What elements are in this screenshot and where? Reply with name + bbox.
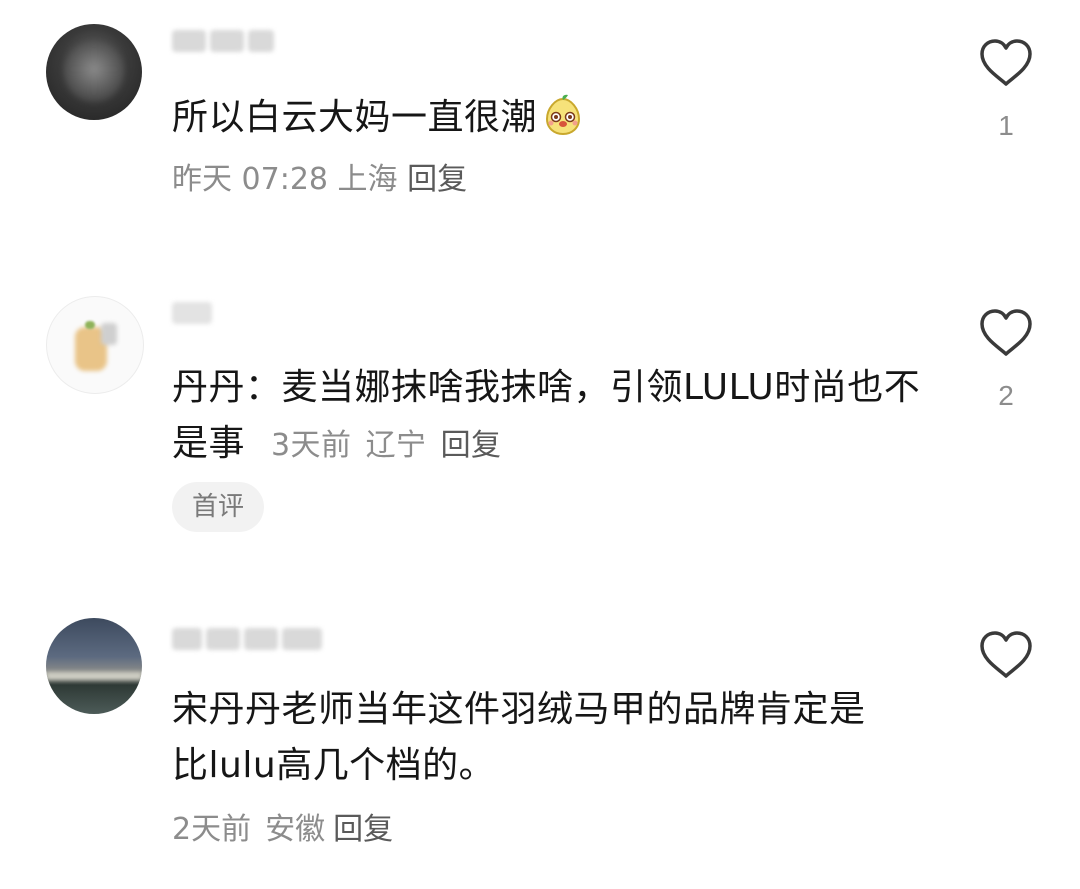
avatar[interactable]	[46, 24, 142, 120]
heart-outline-icon	[976, 308, 1036, 358]
comment-meta: 2天前 安徽 回复	[172, 810, 393, 850]
heart-outline-icon	[976, 38, 1036, 88]
comment-text: 所以白云大妈一直很潮	[172, 90, 932, 146]
username-blurred[interactable]	[172, 24, 274, 58]
username-blurred[interactable]	[172, 622, 322, 656]
avatar[interactable]	[46, 618, 142, 714]
avatar[interactable]	[46, 296, 144, 394]
username-blur	[244, 628, 278, 650]
comment-body: 所以白云大妈一直很潮	[172, 97, 538, 138]
comment-item: 宋丹丹老师当年这件羽绒马甲的品牌肯定是比lulu高几个档的。 2天前 安徽 回复	[0, 610, 1080, 889]
comment-location: 辽宁	[365, 428, 427, 463]
like-count: 1	[998, 110, 1014, 141]
comment-item: 所以白云大妈一直很潮 昨天 07:28 上海 回复 1	[0, 0, 1080, 230]
username-blur	[172, 302, 212, 324]
like-count: 2	[998, 380, 1014, 411]
comment-time: 2天前	[172, 812, 252, 847]
like-button[interactable]: 1	[976, 38, 1036, 142]
username-blur	[172, 628, 202, 650]
comment-meta: 昨天 07:28 上海 回复	[172, 160, 467, 200]
like-button[interactable]: 2	[976, 308, 1036, 412]
comment-text: 丹丹：麦当娜抹啥我抹啥，引领LULU时尚也不是事 3天前 辽宁 回复	[172, 360, 932, 474]
username-blur	[282, 628, 322, 650]
pear-face-emoji-icon	[541, 93, 585, 137]
comment-time: 昨天 07:28	[172, 162, 328, 197]
username-blurred[interactable]	[172, 296, 212, 330]
first-comment-badge: 首评	[172, 482, 265, 532]
reply-button[interactable]: 回复	[441, 428, 502, 463]
reply-button[interactable]: 回复	[333, 812, 393, 847]
username-blur	[248, 30, 274, 52]
reply-button[interactable]: 回复	[407, 162, 467, 197]
comment-time: 3天前	[270, 428, 352, 463]
username-blur	[206, 628, 240, 650]
comment-text: 宋丹丹老师当年这件羽绒马甲的品牌肯定是比lulu高几个档的。	[172, 682, 892, 794]
comment-item: 丹丹：麦当娜抹啥我抹啥，引领LULU时尚也不是事 3天前 辽宁 回复 首评 2	[0, 290, 1080, 550]
comment-body: 宋丹丹老师当年这件羽绒马甲的品牌肯定是比lulu高几个档的。	[172, 689, 866, 786]
comment-location: 安徽	[265, 812, 326, 847]
comment-location: 上海	[337, 162, 398, 197]
heart-outline-icon	[976, 630, 1036, 680]
like-button[interactable]	[976, 630, 1036, 680]
username-blur	[210, 30, 244, 52]
username-blur	[172, 30, 206, 52]
